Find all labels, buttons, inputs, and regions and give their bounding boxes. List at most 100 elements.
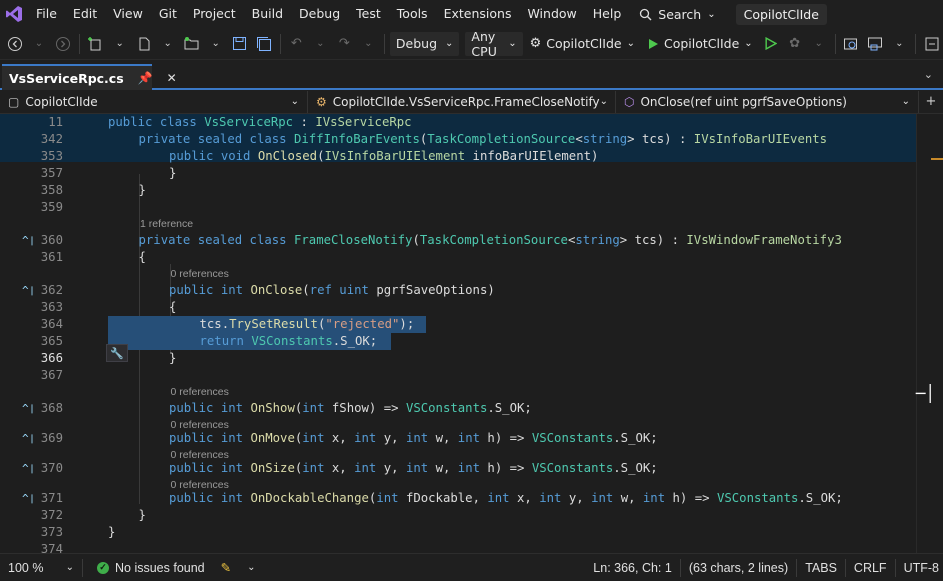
- save-all-icon[interactable]: [253, 31, 275, 57]
- solution-platform-dropdown[interactable]: Any CPU ⌄: [465, 29, 523, 59]
- menu-item-git[interactable]: Git: [151, 0, 185, 28]
- start-without-debugging-icon[interactable]: [760, 31, 782, 57]
- chevron-down-icon[interactable]: ⌄: [357, 31, 379, 57]
- document-tab-strip: VsServiceRpc.cs 📌 ✕ ⌄: [0, 62, 943, 90]
- tab-list-dropdown-icon[interactable]: ⌄: [924, 68, 933, 81]
- redo-icon[interactable]: ↷: [333, 31, 355, 57]
- code-token: .S_OK;: [613, 431, 658, 445]
- code-token: TrySetResult: [229, 317, 318, 331]
- method-icon: ⬡: [624, 94, 635, 109]
- code-text: public int OnMove(int x, int y, int w, i…: [169, 430, 658, 447]
- status-bar: 100 % ⌄ ✓ No issues found ✎ ⌄ Ln: 366, C…: [0, 553, 943, 581]
- chevron-down-icon: ⌄: [599, 96, 609, 107]
- quick-actions-icon[interactable]: 🔧: [106, 344, 128, 362]
- pin-icon[interactable]: 📌: [138, 71, 153, 85]
- chevron-down-icon[interactable]: ⌄: [808, 31, 830, 57]
- code-text: public void OnClosed(IVsInfoBarUIElement…: [169, 148, 598, 165]
- codelens-references[interactable]: 0 references: [171, 267, 229, 281]
- issues-indicator[interactable]: ✓ No issues found: [83, 554, 213, 581]
- code-editor[interactable]: 11 public class VsServiceRpc : IVsService…: [0, 114, 943, 553]
- code-text: tcs.TrySetResult("rejected");: [200, 316, 415, 333]
- menu-item-extensions[interactable]: Extensions: [436, 0, 520, 28]
- open-folder-icon[interactable]: [181, 31, 203, 57]
- project-dropdown[interactable]: ▢ CopilotClIde ⌄: [0, 90, 308, 113]
- add-icon[interactable]: +: [919, 89, 943, 115]
- chevron-down-icon: ⌄: [901, 96, 910, 107]
- standard-toolbar: ⌄ ⌄ ⌄ ⌄ ↶ ⌄ ↷ ⌄ Debug ⌄ Any CPU ⌄ ⚙ Copi…: [0, 28, 943, 60]
- file-encoding[interactable]: UTF-8: [896, 554, 943, 581]
- menu-item-test[interactable]: Test: [348, 0, 389, 28]
- type-dropdown[interactable]: ⚙ CopilotClIde.VsServiceRpc.FrameCloseNo…: [308, 90, 616, 113]
- solution-name[interactable]: CopilotClIde: [735, 3, 827, 25]
- code-token: private sealed class: [138, 233, 294, 247]
- zoom-dropdown[interactable]: 100 % ⌄: [0, 554, 82, 581]
- navigate-forward-icon[interactable]: [52, 31, 74, 57]
- sticky-line: 11 public class VsServiceRpc : IVsService…: [0, 114, 916, 131]
- new-project-icon[interactable]: [85, 31, 107, 57]
- project-value: CopilotClIde: [25, 94, 98, 109]
- menu-item-tools[interactable]: Tools: [389, 0, 436, 28]
- code-text: }: [169, 165, 176, 182]
- live-share-icon[interactable]: [921, 31, 943, 57]
- code-token: private sealed class: [138, 132, 294, 146]
- chevron-down-icon[interactable]: ⌄: [109, 31, 131, 57]
- chevron-down-icon[interactable]: ⌄: [157, 31, 179, 57]
- find-in-files-icon[interactable]: [840, 31, 862, 57]
- menu-item-debug[interactable]: Debug: [291, 0, 348, 28]
- code-line: 366}: [0, 350, 916, 367]
- code-token: y,: [383, 431, 406, 445]
- code-token: OnClose: [250, 283, 303, 297]
- cursor-position[interactable]: Ln: 366, Ch: 1: [585, 554, 680, 581]
- chevron-down-icon[interactable]: ⌄: [205, 31, 227, 57]
- chevron-down-icon[interactable]: ⌄: [309, 31, 331, 57]
- code-token: int: [302, 461, 332, 475]
- vertical-scrollbar[interactable]: [916, 114, 943, 553]
- selection-info[interactable]: (63 chars, 2 lines): [681, 554, 796, 581]
- visual-studio-logo-icon[interactable]: [0, 0, 28, 28]
- solution-configuration-dropdown[interactable]: Debug ⌄: [389, 31, 460, 56]
- start-debugging-button[interactable]: CopilotClIde ⌄: [642, 32, 758, 56]
- code-token: int: [591, 491, 621, 505]
- search-menu[interactable]: Search ⌄: [629, 7, 725, 22]
- code-token: x,: [517, 491, 540, 505]
- menu-item-project[interactable]: Project: [185, 0, 244, 28]
- startup-project-dropdown[interactable]: ⚙ CopilotClIde ⌄: [525, 32, 640, 56]
- navigate-back-icon[interactable]: [4, 31, 26, 57]
- new-file-icon[interactable]: [133, 31, 155, 57]
- menu-item-file[interactable]: File: [28, 0, 65, 28]
- menu-item-view[interactable]: View: [105, 0, 151, 28]
- line-number: 11: [48, 115, 63, 129]
- menu-item-edit[interactable]: Edit: [65, 0, 105, 28]
- menu-item-build[interactable]: Build: [244, 0, 291, 28]
- code-token: .S_OK;: [798, 491, 843, 505]
- play-icon: [648, 38, 658, 49]
- line-number: 353: [40, 149, 63, 163]
- menu-item-help[interactable]: Help: [585, 0, 630, 28]
- chevron-down-icon[interactable]: ⌄: [888, 31, 910, 57]
- line-ending[interactable]: CRLF: [846, 554, 895, 581]
- codelens-references[interactable]: 1 reference: [140, 217, 193, 231]
- code-text: public class VsServiceRpc : IVsServiceRp…: [108, 114, 412, 131]
- code-line: 365 return VSConstants.S_OK;: [0, 333, 916, 350]
- member-dropdown[interactable]: ⬡ OnClose(ref uint pgrfSaveOptions) ⌄: [616, 90, 919, 113]
- code-token: }: [138, 508, 146, 522]
- menu-item-window[interactable]: Window: [519, 0, 584, 28]
- codelens-references[interactable]: 0 references: [171, 385, 229, 399]
- line-number: 362: [40, 283, 63, 297]
- indent-mode[interactable]: TABS: [797, 554, 845, 581]
- save-icon[interactable]: [229, 31, 251, 57]
- browser-link-icon[interactable]: [864, 31, 886, 57]
- tab-vsservicerpc[interactable]: VsServiceRpc.cs 📌 ✕: [2, 64, 177, 90]
- undo-icon[interactable]: ↶: [285, 31, 307, 57]
- hot-reload-icon[interactable]: ✿: [784, 31, 806, 57]
- class-icon: ⚙: [316, 94, 327, 109]
- code-token: x,: [331, 431, 355, 445]
- chevron-down-icon[interactable]: ⌄: [28, 31, 50, 57]
- close-icon[interactable]: ✕: [167, 71, 177, 85]
- chevron-down-icon[interactable]: ⌄: [239, 554, 263, 581]
- line-number: 357: [40, 166, 63, 180]
- split-handle-icon[interactable]: ─│: [916, 384, 935, 403]
- brush-icon[interactable]: ✎: [213, 554, 239, 581]
- code-token: int: [642, 491, 673, 505]
- code-token: VsServiceRpc: [204, 115, 294, 129]
